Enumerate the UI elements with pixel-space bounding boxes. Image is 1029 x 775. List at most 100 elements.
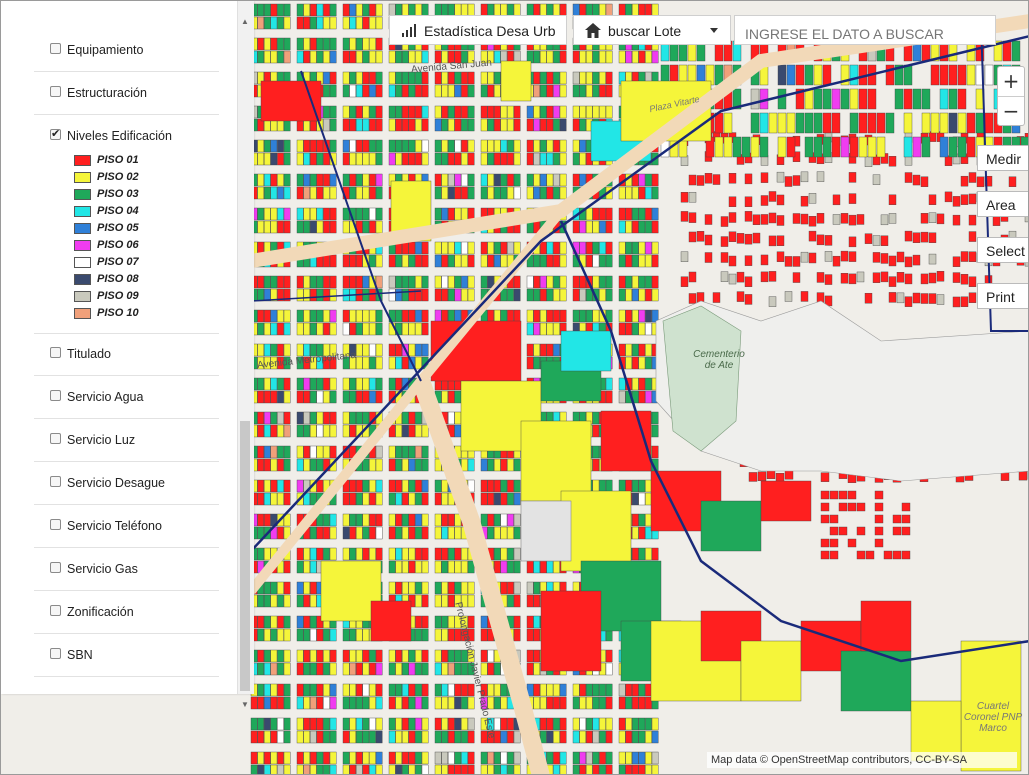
parcel[interactable]: [448, 560, 455, 574]
parcel[interactable]: [342, 105, 350, 119]
parcel[interactable]: [632, 322, 639, 336]
parcel[interactable]: [500, 547, 508, 561]
parcel[interactable]: [704, 173, 713, 184]
parcel[interactable]: [329, 424, 337, 438]
parcel[interactable]: [375, 547, 383, 561]
parcel[interactable]: [592, 71, 600, 85]
parcel[interactable]: [546, 696, 554, 710]
parcel[interactable]: [638, 207, 646, 221]
parcel[interactable]: [362, 71, 370, 85]
parcel[interactable]: [283, 343, 291, 357]
parcel[interactable]: [864, 292, 873, 304]
parcel[interactable]: [625, 683, 632, 697]
parcel[interactable]: [592, 411, 600, 425]
parcel[interactable]: [533, 615, 540, 629]
parcel[interactable]: [362, 105, 370, 119]
parcel[interactable]: [277, 275, 284, 289]
parcel[interactable]: [688, 191, 697, 203]
parcel[interactable]: [415, 458, 422, 472]
parcel[interactable]: [303, 288, 311, 302]
parcel[interactable]: [277, 186, 284, 200]
parcel[interactable]: [388, 730, 396, 744]
parcel[interactable]: [820, 550, 830, 560]
parcel[interactable]: [618, 220, 626, 234]
parcel[interactable]: [494, 560, 501, 574]
parcel[interactable]: [494, 84, 501, 98]
parcel[interactable]: [605, 751, 613, 765]
parcel[interactable]: [369, 526, 376, 540]
parcel[interactable]: [388, 662, 396, 676]
parcel[interactable]: [480, 751, 488, 765]
parcel[interactable]: [362, 173, 370, 187]
parcel[interactable]: [303, 547, 311, 561]
parcel[interactable]: [605, 220, 613, 234]
parcel[interactable]: [303, 683, 311, 697]
parcel[interactable]: [395, 377, 403, 391]
parcel[interactable]: [310, 628, 317, 642]
parcel[interactable]: [356, 16, 363, 30]
parcel[interactable]: [395, 118, 403, 132]
parcel[interactable]: [362, 649, 370, 663]
parcel[interactable]: [415, 649, 422, 663]
parcel[interactable]: [342, 220, 350, 234]
parcel[interactable]: [533, 173, 540, 187]
parcel[interactable]: [579, 717, 586, 731]
parcel[interactable]: [744, 294, 753, 305]
parcel[interactable]: [408, 254, 416, 268]
parcel[interactable]: [388, 458, 396, 472]
parcel[interactable]: [303, 207, 311, 221]
parcel[interactable]: [507, 139, 514, 153]
parcel[interactable]: [904, 296, 913, 307]
parcel[interactable]: [586, 207, 593, 221]
parcel[interactable]: [283, 615, 291, 629]
parcel[interactable]: [592, 254, 600, 268]
parcel[interactable]: [467, 186, 475, 200]
parcel[interactable]: [494, 173, 501, 187]
parcel[interactable]: [356, 139, 363, 153]
parcel[interactable]: [349, 139, 357, 153]
parcel[interactable]: [500, 118, 508, 132]
parcel[interactable]: [277, 526, 284, 540]
parcel[interactable]: [257, 322, 265, 336]
parcel[interactable]: [408, 581, 416, 595]
parcel[interactable]: [362, 3, 370, 17]
parcel[interactable]: [441, 241, 449, 255]
parcel[interactable]: [434, 547, 442, 561]
parcel[interactable]: [804, 136, 814, 158]
parcel[interactable]: [618, 390, 626, 404]
parcel[interactable]: [507, 513, 514, 527]
parcel[interactable]: [270, 594, 278, 608]
parcel[interactable]: [369, 356, 376, 370]
parcel[interactable]: [651, 424, 659, 438]
parcel[interactable]: [586, 105, 593, 119]
parcel[interactable]: [421, 152, 429, 166]
parcel[interactable]: [310, 581, 317, 595]
parcel[interactable]: [369, 254, 376, 268]
parcel[interactable]: [257, 717, 265, 731]
parcel[interactable]: [777, 64, 787, 86]
parcel[interactable]: [592, 309, 600, 323]
parcel[interactable]: [369, 717, 376, 731]
parcel[interactable]: [316, 424, 324, 438]
stats-button[interactable]: Estadística Desa Urb: [389, 15, 567, 45]
parcel[interactable]: [342, 173, 350, 187]
parcel[interactable]: [625, 696, 632, 710]
parcel[interactable]: [786, 112, 796, 134]
parcel[interactable]: [257, 37, 265, 51]
parcel[interactable]: [720, 216, 729, 227]
parcel[interactable]: [270, 683, 278, 697]
parcel[interactable]: [415, 275, 422, 289]
parcel[interactable]: [283, 581, 291, 595]
parcel[interactable]: [388, 581, 396, 595]
parcel[interactable]: [329, 309, 337, 323]
parcel[interactable]: [310, 288, 317, 302]
parcel[interactable]: [264, 751, 271, 765]
parcel[interactable]: [283, 751, 291, 765]
parcel[interactable]: [370, 600, 412, 642]
parcel[interactable]: [487, 526, 495, 540]
parcel[interactable]: [856, 502, 866, 512]
parcel[interactable]: [533, 581, 540, 595]
parcel[interactable]: [310, 764, 317, 775]
parcel[interactable]: [329, 764, 337, 775]
parcel[interactable]: [362, 390, 370, 404]
